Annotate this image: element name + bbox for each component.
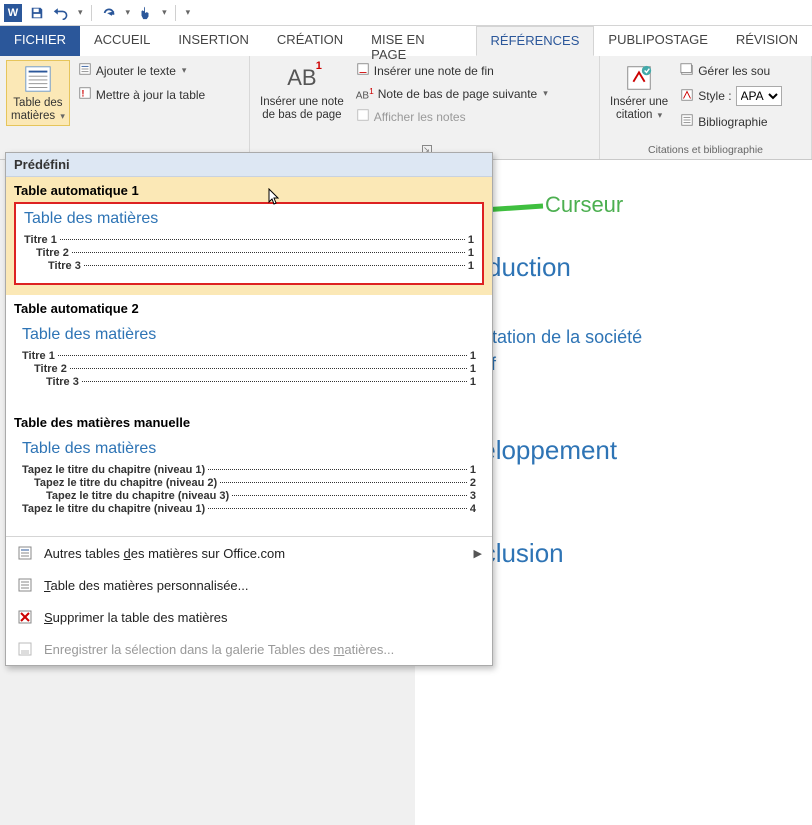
svg-text:!: ! (81, 89, 84, 99)
gallery-item-manual[interactable]: Table des matières manuelle Table des ma… (6, 409, 492, 536)
tab-create[interactable]: CRÉATION (263, 26, 357, 56)
tab-mailings[interactable]: PUBLIPOSTAGE (594, 26, 721, 56)
footnote-icon: AB 1 (286, 62, 318, 94)
citation-style-row[interactable]: Style : APA (676, 84, 785, 108)
menu-remove-label: Supprimer la table des matières (44, 610, 228, 625)
gallery-item-auto1[interactable]: Table automatique 1 Table des matières T… (6, 177, 492, 295)
menu-save-label: Enregistrer la sélection dans la galerie… (44, 642, 394, 657)
undo-split-caret[interactable]: ▾ (78, 7, 83, 18)
style-icon (680, 88, 694, 105)
toc-gallery-dropdown: Prédéfini Table automatique 1 Table des … (5, 152, 493, 666)
show-notes-icon (356, 108, 370, 125)
group-citations-label: Citations et bibliographie (606, 143, 805, 157)
toc-button[interactable]: Table des matières ▾ (6, 60, 70, 126)
toc-button-label: Table des matières ▾ (11, 97, 65, 123)
ribbon-body: Table des matières ▾ Ajouter le texte ▾ … (0, 56, 812, 160)
gallery-item-manual-title: Table des matières manuelle (14, 415, 484, 430)
show-notes-button: Afficher les notes (352, 106, 552, 127)
manage-sources-label: Gérer les sou (698, 64, 770, 78)
insert-footnote-label: Insérer une note de bas de page (260, 96, 344, 122)
tab-layout[interactable]: MISE EN PAGE (357, 26, 475, 56)
office-icon (16, 544, 34, 562)
save-icon[interactable] (28, 4, 46, 22)
app-icon: W (4, 4, 22, 22)
insert-citation-button[interactable]: Insérer une citation ▾ (606, 60, 672, 124)
cursor-annotation: Curseur (545, 192, 623, 218)
chevron-right-icon: ▶ (474, 547, 482, 560)
chevron-down-icon: ▾ (182, 65, 187, 76)
chevron-down-icon: ▾ (543, 88, 548, 99)
next-footnote-label: Note de bas de page suivante (378, 87, 537, 101)
insert-endnote-button[interactable]: Insérer une note de fin (352, 60, 552, 81)
bibliography-icon (680, 113, 694, 130)
toc-icon (22, 63, 54, 95)
touch-split-caret[interactable]: ▾ (162, 7, 167, 18)
group-toc: Table des matières ▾ Ajouter le texte ▾ … (0, 56, 250, 159)
citation-icon (623, 62, 655, 94)
update-table-label: Mettre à jour la table (96, 88, 205, 102)
undo-icon[interactable] (52, 4, 70, 22)
menu-save-selection: Enregistrer la sélection dans la galerie… (6, 633, 492, 665)
quick-access-toolbar: W ▾ ▾ ▾ ▾ (0, 0, 812, 26)
preview-title: Table des matières (24, 210, 474, 228)
insert-citation-label: Insérer une citation ▾ (610, 96, 668, 122)
next-footnote-button[interactable]: AB1 Note de bas de page suivante ▾ (352, 84, 552, 103)
tab-references[interactable]: RÉFÉRENCES (476, 26, 595, 56)
show-notes-label: Afficher les notes (374, 110, 466, 124)
tab-home[interactable]: ACCUEIL (80, 26, 164, 56)
save-selection-icon (16, 640, 34, 658)
menu-office-label: Autres tables des matières sur Office.co… (44, 546, 285, 561)
menu-custom-label: Table des matières personnalisée... (44, 578, 249, 593)
gallery-item-auto2[interactable]: Table automatique 2 Table des matières T… (6, 295, 492, 409)
menu-office-tables[interactable]: Autres tables des matières sur Office.co… (6, 537, 492, 569)
update-icon: ! (78, 86, 92, 103)
group-citations: Insérer une citation ▾ Gérer les sou Sty… (600, 56, 812, 159)
style-label: Style : (698, 89, 731, 103)
gallery-item-auto2-title: Table automatique 2 (14, 301, 484, 316)
gallery-item-auto1-title: Table automatique 1 (14, 183, 484, 198)
gallery-item-auto2-preview: Table des matières Titre 11 Titre 21 Tit… (14, 320, 484, 399)
tab-insert[interactable]: INSERTION (164, 26, 263, 56)
gallery-header: Prédéfini (6, 153, 492, 177)
next-footnote-icon: AB1 (356, 86, 374, 101)
manage-sources-icon (680, 62, 694, 79)
menu-custom-toc[interactable]: Table des matières personnalisée... (6, 569, 492, 601)
preview-title: Table des matières (22, 326, 476, 344)
add-text-label: Ajouter le texte (96, 64, 176, 78)
bibliography-button[interactable]: Bibliographie (676, 111, 785, 132)
ribbon-tabs: FICHIER ACCUEIL INSERTION CRÉATION MISE … (0, 26, 812, 56)
endnote-icon (356, 62, 370, 79)
add-text-button[interactable]: Ajouter le texte ▾ (74, 60, 209, 81)
preview-title: Table des matières (22, 440, 476, 458)
citation-style-select[interactable]: APA (736, 86, 782, 106)
insert-footnote-button[interactable]: AB 1 Insérer une note de bas de page (256, 60, 348, 124)
tab-file[interactable]: FICHIER (0, 26, 80, 56)
redo-split-caret[interactable]: ▾ (126, 7, 131, 18)
update-table-button[interactable]: ! Mettre à jour la table (74, 84, 209, 105)
add-text-icon (78, 62, 92, 79)
manage-sources-button[interactable]: Gérer les sou (676, 60, 785, 81)
group-footnotes: AB 1 Insérer une note de bas de page Ins… (250, 56, 600, 159)
bibliography-label: Bibliographie (698, 115, 767, 129)
gallery-item-auto1-preview: Table des matières Titre 11 Titre 21 Tit… (14, 202, 484, 285)
qat-customize-caret[interactable]: ▾ (186, 7, 191, 18)
menu-remove-toc[interactable]: Supprimer la table des matières (6, 601, 492, 633)
gallery-item-manual-preview: Table des matières Tapez le titre du cha… (14, 434, 484, 526)
custom-toc-icon (16, 576, 34, 594)
remove-toc-icon (16, 608, 34, 626)
insert-endnote-label: Insérer une note de fin (374, 64, 494, 78)
redo-icon[interactable] (100, 4, 118, 22)
tab-review[interactable]: RÉVISION (722, 26, 812, 56)
touch-mode-icon[interactable] (136, 4, 154, 22)
